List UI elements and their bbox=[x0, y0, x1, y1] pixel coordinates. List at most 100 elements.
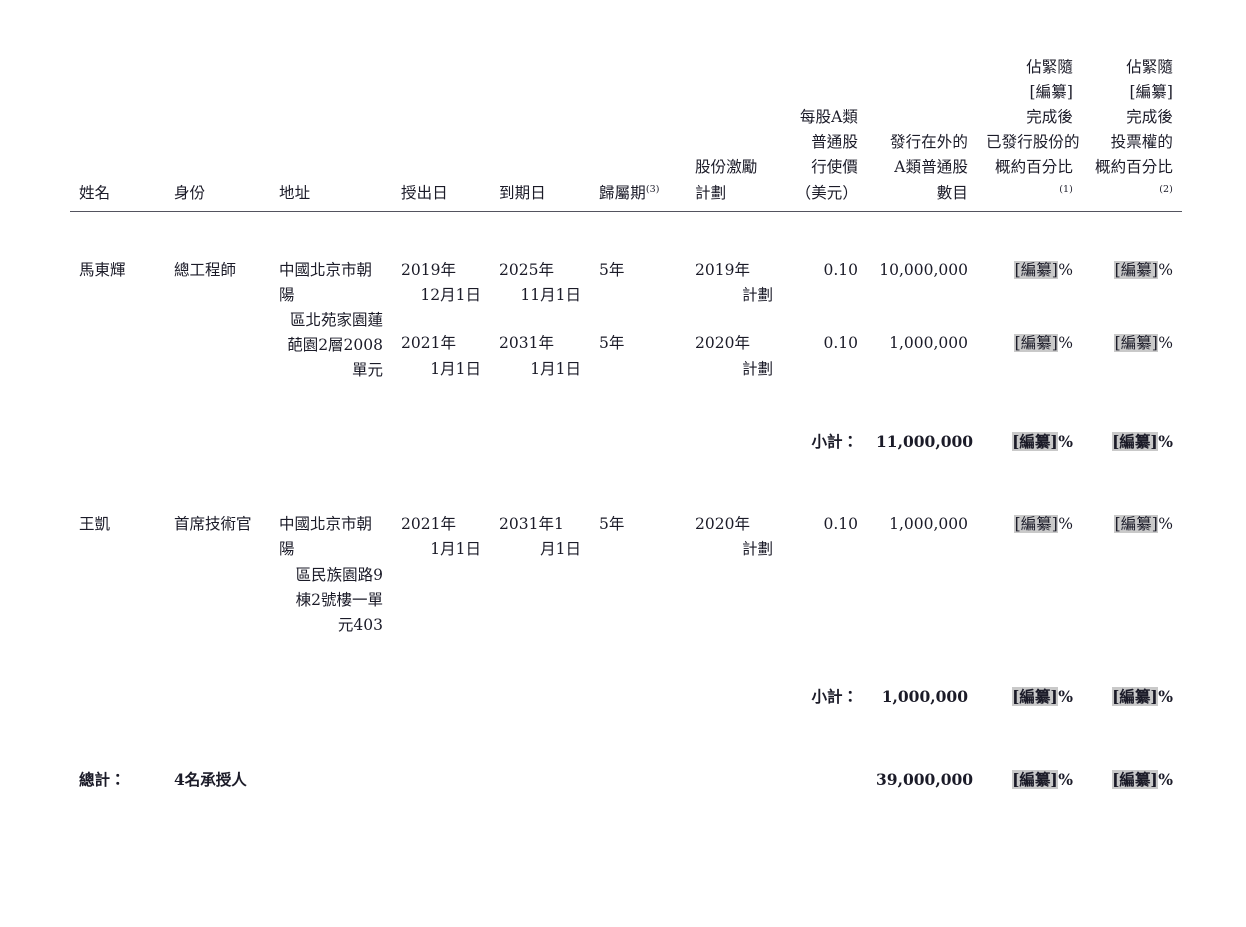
total-shares-outstanding: 39,000,000 bbox=[876, 769, 974, 789]
redaction-marker: [編纂] bbox=[1011, 769, 1059, 789]
header-spacer-row bbox=[70, 211, 1182, 258]
column-header-expiry-date: 到期日 bbox=[490, 55, 590, 212]
footnote-marker: (2) bbox=[1159, 183, 1173, 195]
vesting-period-value: 5年 bbox=[599, 334, 625, 353]
pct-shares-value: [編纂]% bbox=[1014, 515, 1073, 534]
column-header-pct-votes: 佔緊隨[編纂] 完成後 投票權的 概約百分比(2) bbox=[1082, 55, 1182, 212]
text-line: 區北苑家園蓮 bbox=[289, 310, 383, 329]
table-header: 姓名 身份 地址 授出日 到期日 歸屬期(3) 股份激勵 計劃 每股A類 普通股 行使… bbox=[70, 55, 1182, 212]
cell-name: 馬東輝 bbox=[70, 258, 165, 310]
cell-share-plan: 2020年 計劃 bbox=[686, 512, 782, 638]
header-line: 行使價 bbox=[811, 158, 858, 177]
pct-shares-value: [編纂]% bbox=[1014, 334, 1073, 353]
cell-shares-outstanding: 1,000,000 bbox=[867, 331, 977, 383]
cell-grant-date: 2021年 1月1日 bbox=[392, 331, 490, 383]
pct-votes-value: [編纂]% bbox=[1114, 334, 1173, 353]
total-label: 總計： bbox=[79, 769, 126, 789]
group-spacer bbox=[70, 709, 1182, 767]
subtotal-label: 小計： bbox=[811, 686, 858, 706]
text-line: 中國北京市朝陽 bbox=[279, 515, 373, 559]
cell-identity-empty bbox=[165, 331, 270, 383]
text-line: 元403 bbox=[337, 615, 383, 634]
subtotal-spacer bbox=[70, 638, 1182, 684]
text-line: 11月1日 bbox=[520, 285, 581, 304]
column-header-address: 地址 bbox=[270, 55, 392, 212]
subtotal-row: 小計： 11,000,000 [編纂]% [編纂]% bbox=[70, 429, 1182, 454]
cell-pct-votes: [編纂]% bbox=[1082, 512, 1182, 638]
group-spacer bbox=[70, 454, 1182, 512]
cell-grant-date: 2021年 1月1日 bbox=[392, 512, 490, 638]
vesting-period-value: 5年 bbox=[599, 260, 625, 279]
redaction-marker: [編纂] bbox=[1114, 515, 1159, 534]
redaction-marker: [編纂] bbox=[1014, 334, 1059, 353]
redaction-marker: [編纂] bbox=[1111, 686, 1159, 706]
exercise-price-value: 0.10 bbox=[823, 260, 858, 279]
spacer-cell bbox=[70, 211, 1182, 258]
pct-votes-value: [編纂]% bbox=[1114, 515, 1173, 534]
redaction-marker: [編纂] bbox=[1114, 260, 1159, 279]
text-line: 2021年 bbox=[401, 334, 456, 353]
shares-outstanding-value: 1,000,000 bbox=[889, 515, 968, 534]
redaction-marker: [編纂] bbox=[1011, 686, 1059, 706]
cell-identity: 總工程師 bbox=[165, 258, 270, 310]
text-line: 1月1日 bbox=[530, 359, 581, 378]
column-header-shares-outstanding: 發行在外的 A類普通股 數目 bbox=[867, 55, 977, 212]
header-line: 身份 bbox=[174, 183, 206, 202]
header-line: 概約百分比(1) bbox=[994, 158, 1073, 195]
subtotal-row: 小計： 1,000,000 [編纂]% [編纂]% bbox=[70, 684, 1182, 709]
cell-pct-shares: [編纂]% bbox=[977, 512, 1082, 638]
header-line: 佔緊隨[編纂] bbox=[1126, 58, 1173, 102]
cell-subtotal-pad bbox=[70, 429, 782, 454]
cell-name: 王凱 bbox=[70, 512, 165, 638]
cell-expiry-date: 2025年 11月1日 bbox=[490, 258, 590, 310]
text-line: 計劃 bbox=[741, 285, 773, 304]
exercise-price-value: 0.10 bbox=[823, 334, 858, 353]
table-row: 2021年 1月1日 2031年 1月1日 5年 2020年 計劃 0.10 1,000,000… bbox=[70, 331, 1182, 383]
spacer-cell bbox=[70, 709, 1182, 767]
table-header-row: 姓名 身份 地址 授出日 到期日 歸屬期(3) 股份激勵 計劃 每股A類 普通股 行使… bbox=[70, 55, 1182, 212]
share-incentive-grant-table: 姓名 身份 地址 授出日 到期日 歸屬期(3) 股份激勵 計劃 每股A類 普通股 行使… bbox=[70, 55, 1182, 792]
cell-exercise-price: 0.10 bbox=[782, 331, 867, 383]
cell-exercise-price: 0.10 bbox=[782, 512, 867, 638]
grantee-identity: 總工程師 bbox=[174, 260, 237, 279]
cell-share-plan: 2020年 計劃 bbox=[686, 331, 782, 383]
cell-address: 中國北京市朝陽區民族園路9 棟2號樓一單元403 bbox=[270, 512, 392, 638]
header-line: A類普通股 bbox=[894, 158, 968, 177]
spacer-cell bbox=[70, 309, 165, 331]
cell-pct-votes: [編纂]% bbox=[1082, 258, 1182, 310]
cell-pct-votes: [編纂]% bbox=[1082, 331, 1182, 383]
redaction-marker: [編纂] bbox=[1111, 432, 1159, 452]
subtotal-shares-outstanding: 11,000,000 bbox=[876, 432, 974, 452]
column-header-vesting-period: 歸屬期(3) bbox=[590, 55, 686, 212]
cell-expiry-date: 2031年1月1日 bbox=[490, 512, 590, 638]
pct-votes-value: [編纂]% bbox=[1114, 260, 1173, 279]
spacer-cell bbox=[70, 454, 1182, 512]
text-line: 區民族園路9 bbox=[295, 565, 383, 584]
subtotal-pct-votes: [編纂]% bbox=[1111, 432, 1173, 452]
cell-grant-date: 2019年 12月1日 bbox=[392, 258, 490, 310]
text-line: 棟2號樓一單 bbox=[295, 590, 383, 609]
header-line: 發行在外的 bbox=[889, 133, 968, 152]
text-line: 2019年 bbox=[401, 260, 456, 279]
subtotal-label: 小計： bbox=[811, 432, 858, 452]
total-grantees: 4名承授人 bbox=[174, 769, 247, 789]
cell-expiry-date: 2031年 1月1日 bbox=[490, 331, 590, 383]
cell-vesting-period: 5年 bbox=[590, 331, 686, 383]
redaction-marker: [編纂] bbox=[1114, 334, 1159, 353]
text-line: 2031年 bbox=[499, 334, 554, 353]
text-line: 2019年 bbox=[695, 260, 750, 279]
column-header-pct-shares: 佔緊隨[編纂] 完成後 已發行股份的 概約百分比(1) bbox=[977, 55, 1082, 212]
text-line: 2020年 bbox=[695, 334, 750, 353]
redaction-marker: [編纂] bbox=[1014, 260, 1059, 279]
header-line: 完成後 bbox=[1026, 108, 1073, 127]
text-line: 2020年 bbox=[695, 515, 750, 534]
shares-outstanding-value: 10,000,000 bbox=[879, 260, 968, 279]
cell-pct-shares: [編纂]% bbox=[977, 331, 1082, 383]
text-line: 1月1日 bbox=[430, 540, 481, 559]
header-line: 計劃 bbox=[695, 183, 727, 202]
subtotal-shares-outstanding: 1,000,000 bbox=[881, 686, 968, 706]
header-line: 每股A類 bbox=[799, 108, 858, 127]
header-line: 授出日 bbox=[401, 183, 448, 202]
header-line: 普通股 bbox=[811, 133, 858, 152]
footnote-marker: (3) bbox=[645, 183, 660, 195]
